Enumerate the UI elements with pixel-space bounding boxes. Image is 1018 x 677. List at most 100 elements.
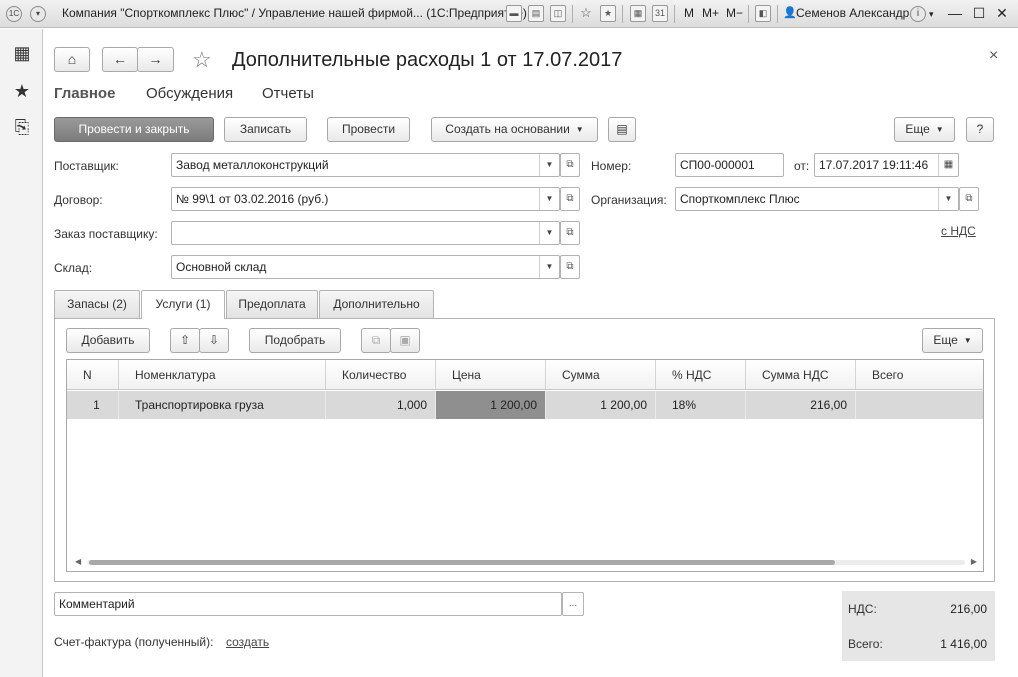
window-title-bar: 1С ▾ Компания "Спорткомплекс Плюс" / Упр… — [0, 0, 1018, 28]
create-based-on-button[interactable]: Создать на основании ▼ — [431, 117, 598, 142]
chevron-down-icon: ▼ — [935, 125, 944, 135]
save-icon[interactable]: ▬ — [506, 5, 522, 22]
history-icon[interactable]: ⎘ — [12, 117, 32, 137]
tab-reports[interactable]: Отчеты — [262, 85, 314, 102]
help-button[interactable]: ? — [966, 117, 994, 142]
post-button[interactable]: Провести — [327, 117, 410, 142]
vat-total-label: НДС: — [848, 602, 877, 616]
tab-prepayment[interactable]: Предоплата — [226, 290, 318, 318]
favorites-star-icon[interactable]: ★ — [12, 81, 32, 101]
maximize-icon[interactable]: ☐ — [970, 4, 988, 22]
tab-main[interactable]: Главное — [54, 85, 115, 102]
post-and-close-button[interactable]: Провести и закрыть — [54, 117, 214, 142]
open-supplier-icon[interactable]: ⧉ — [560, 153, 580, 177]
memory-plus-button[interactable]: M+ — [702, 6, 719, 20]
column-header-item[interactable]: Номенклатура — [119, 360, 326, 390]
calendar-icon[interactable]: ▦ — [938, 154, 958, 176]
chevron-down-icon[interactable]: ▼ — [539, 256, 559, 278]
add-row-button[interactable]: Добавить — [66, 328, 150, 353]
chevron-down-icon[interactable]: ▼ — [938, 188, 958, 210]
cell-total[interactable] — [856, 391, 983, 419]
tab-discussions[interactable]: Обсуждения — [146, 85, 233, 102]
table-more-label: Еще — [933, 333, 958, 347]
chevron-down-icon[interactable]: ▼ — [539, 154, 559, 176]
favorite-star-icon[interactable]: ☆ — [192, 47, 212, 73]
separator — [748, 5, 749, 23]
scroll-left-icon[interactable]: ◀ — [75, 557, 81, 566]
open-warehouse-icon[interactable]: ⧉ — [560, 255, 580, 279]
column-header-quantity[interactable]: Количество — [326, 360, 436, 390]
horizontal-scrollbar[interactable]: ◀ ▶ — [73, 557, 979, 567]
open-order-icon[interactable]: ⧉ — [560, 221, 580, 245]
contract-field[interactable]: № 99\1 от 03.02.2016 (руб.) ▼ — [171, 187, 560, 211]
back-button[interactable]: ← — [102, 47, 138, 72]
cell-item[interactable]: Транспортировка груза — [119, 391, 326, 419]
forward-button[interactable]: → — [137, 47, 174, 72]
cell-quantity[interactable]: 1,000 — [326, 391, 436, 419]
separator — [572, 5, 573, 23]
info-icon[interactable]: i — [910, 6, 926, 22]
tab-services[interactable]: Услуги (1) — [141, 290, 225, 319]
tab-inventory[interactable]: Запасы (2) — [54, 290, 140, 318]
memory-minus-button[interactable]: M− — [726, 6, 743, 20]
add-favorite-icon[interactable]: ☆ — [578, 5, 594, 22]
print-icon[interactable]: ▤ — [528, 5, 544, 22]
chevron-down-icon[interactable]: ▼ — [539, 222, 559, 244]
tab-additional[interactable]: Дополнительно — [319, 290, 434, 318]
warehouse-label: Склад: — [54, 261, 93, 275]
column-header-price[interactable]: Цена — [436, 360, 546, 390]
cell-sum[interactable]: 1 200,00 — [546, 391, 656, 419]
move-down-icon[interactable]: ⇩ — [199, 328, 229, 353]
move-up-icon[interactable]: ⇧ — [170, 328, 200, 353]
comment-input[interactable]: Комментарий — [54, 592, 562, 616]
all-functions-icon[interactable]: ▦ — [12, 43, 32, 63]
open-organization-icon[interactable]: ⧉ — [959, 187, 979, 211]
chevron-down-icon[interactable]: ▼ — [539, 188, 559, 210]
close-window-icon[interactable]: ✕ — [993, 4, 1011, 22]
calculator-icon[interactable]: ▦ — [630, 5, 646, 22]
favorites-icon[interactable]: ★ — [600, 5, 616, 22]
date-field[interactable]: 17.07.2017 19:11:46 ▦ — [814, 153, 959, 177]
cell-price[interactable]: 1 200,00 — [436, 391, 546, 419]
grand-total-value: 1 416,00 — [940, 637, 987, 651]
scroll-right-icon[interactable]: ▶ — [971, 557, 977, 566]
chevron-down-icon[interactable]: ▾ — [929, 9, 934, 20]
open-contract-icon[interactable]: ⧉ — [560, 187, 580, 211]
paste-icon[interactable]: ▣ — [390, 328, 420, 353]
save-button[interactable]: Записать — [224, 117, 307, 142]
home-button[interactable]: ⌂ — [54, 47, 90, 72]
scroll-thumb[interactable] — [89, 560, 835, 565]
organization-field[interactable]: Спорткомплекс Плюс ▼ — [675, 187, 959, 211]
user-name[interactable]: Семенов Александр — [796, 6, 909, 20]
column-header-vat-rate[interactable]: % НДС — [656, 360, 746, 390]
copy-icon[interactable]: ⧉ — [361, 328, 391, 353]
preview-icon[interactable]: ◫ — [550, 5, 566, 22]
create-invoice-link[interactable]: создать — [226, 635, 269, 649]
column-header-sum[interactable]: Сумма — [546, 360, 656, 390]
cell-n[interactable]: 1 — [67, 391, 119, 419]
window-title: Компания "Спорткомплекс Плюс" / Управлен… — [62, 6, 527, 20]
document-report-icon[interactable]: ▤ — [608, 117, 636, 142]
close-form-icon[interactable]: × — [989, 47, 998, 65]
supplier-order-field[interactable]: ▼ — [171, 221, 560, 245]
comment-expand-button[interactable]: ... — [562, 592, 584, 616]
panels-icon[interactable]: ◧ — [755, 5, 771, 22]
vat-mode-link[interactable]: с НДС — [941, 224, 976, 238]
number-field[interactable]: СП00-000001 — [675, 153, 784, 177]
column-header-vat-sum[interactable]: Сумма НДС — [746, 360, 856, 390]
table-more-button[interactable]: Еще ▼ — [922, 328, 983, 353]
cell-vat-rate[interactable]: 18% — [656, 391, 746, 419]
main-menu-icon[interactable]: ▾ — [30, 6, 46, 22]
memory-m-button[interactable]: M — [684, 6, 694, 20]
more-label: Еще — [905, 122, 930, 136]
cell-vat-sum[interactable]: 216,00 — [746, 391, 856, 419]
warehouse-field[interactable]: Основной склад ▼ — [171, 255, 560, 279]
supplier-field[interactable]: Завод металлоконструкций ▼ — [171, 153, 560, 177]
services-table[interactable]: N Номенклатура Количество Цена Сумма % Н… — [66, 359, 984, 572]
calendar-icon[interactable]: 31 — [652, 5, 668, 22]
pick-button[interactable]: Подобрать — [249, 328, 341, 353]
column-header-total[interactable]: Всего — [856, 360, 983, 390]
more-button[interactable]: Еще ▼ — [894, 117, 955, 142]
column-header-n[interactable]: N — [67, 360, 119, 390]
minimize-icon[interactable]: — — [946, 4, 964, 22]
